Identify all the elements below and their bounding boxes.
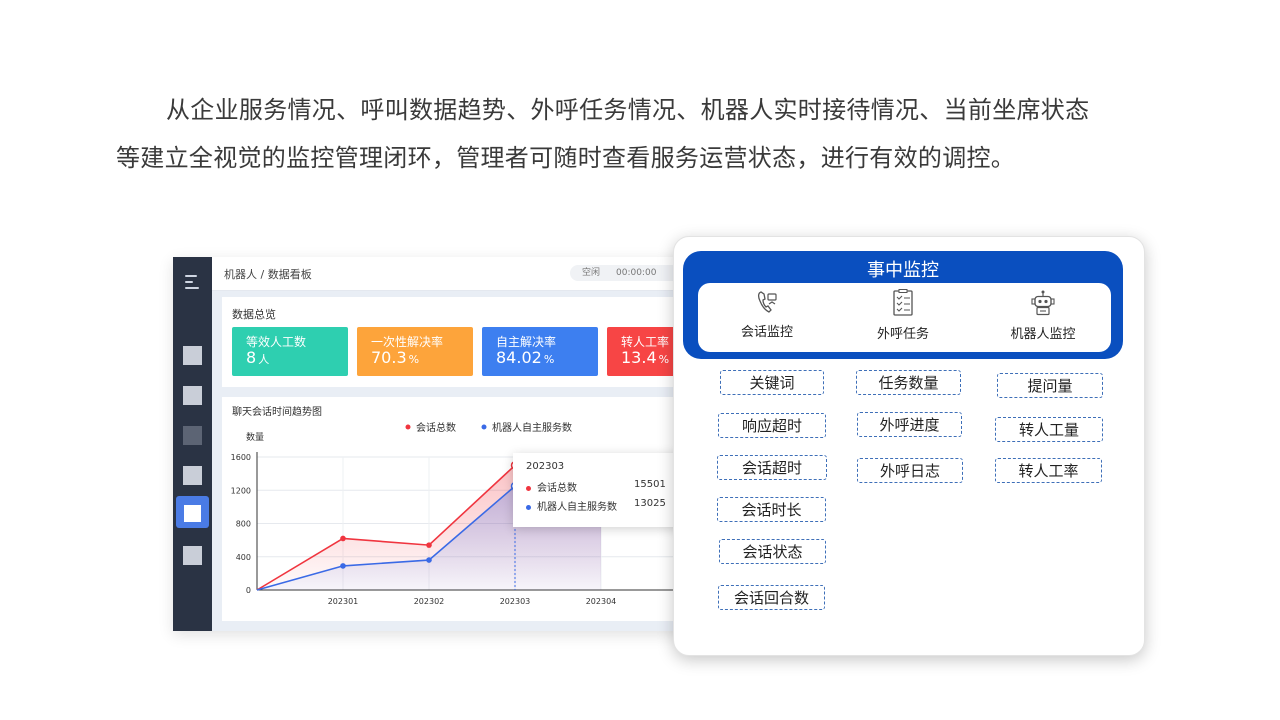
sidebar [173, 257, 212, 631]
tag-question-count[interactable]: 提问量 [997, 373, 1103, 398]
feature-robot-monitor[interactable]: 机器人监控 [993, 289, 1093, 342]
legend-label: 机器人自主服务数 [492, 421, 572, 434]
sidebar-item-active-icon [184, 505, 201, 522]
sidebar-item-1[interactable] [183, 346, 202, 365]
menu-icon[interactable] [185, 275, 201, 293]
feature-label: 机器人监控 [1010, 327, 1076, 342]
legend-marker [481, 424, 487, 430]
y-tick-label: 1200 [231, 486, 251, 495]
y-axis-label: 数量 [246, 431, 264, 443]
tag-transfer-rate[interactable]: 转人工率 [995, 458, 1102, 483]
tag-session-status[interactable]: 会话状态 [719, 539, 826, 564]
feature-session-monitor[interactable]: 会话监控 [717, 289, 817, 340]
phone-chat-icon [757, 291, 777, 313]
agent-status[interactable]: 空闲 00:00:00 [570, 265, 690, 281]
sidebar-item-2[interactable] [183, 386, 202, 405]
breadcrumb[interactable]: 机器人 / 数据看板 [224, 266, 312, 282]
sidebar-item-3[interactable] [183, 426, 202, 445]
tag-keyword[interactable]: 关键词 [720, 370, 824, 395]
tag-response-timeout[interactable]: 响应超时 [718, 413, 826, 438]
robot-icon [1031, 290, 1055, 316]
kpi-value: 8人 [246, 348, 270, 367]
checklist-icon [893, 289, 913, 316]
chart-tooltip: 202303 会话总数 15501 机器人自主服务数 13025 [513, 453, 693, 527]
feature-label: 外呼任务 [876, 327, 929, 342]
data-point [340, 563, 346, 569]
tooltip-title: 202303 [526, 461, 565, 472]
monitor-banner: 事中监控 会话监控 外呼任务 机器人监控 [683, 251, 1123, 359]
chart-title: 聊天会话时间趋势图 [232, 405, 322, 418]
legend-dot-icon [526, 485, 531, 491]
kpi-value: 70.3% [371, 348, 420, 367]
tooltip-row: 会话总数 15501 [526, 479, 686, 494]
legend-marker [405, 424, 411, 430]
y-tick-label: 0 [246, 586, 251, 595]
x-tick-label: 202302 [414, 597, 445, 606]
dashboard-screenshot: 机器人 / 数据看板 空闲 00:00:00 数据总览 等效人工数 8人 一次性… [173, 257, 693, 631]
tag-session-timeout[interactable]: 会话超时 [717, 455, 827, 480]
tag-transfer-count[interactable]: 转人工量 [995, 417, 1103, 442]
overview-title: 数据总览 [232, 308, 276, 321]
status-label: 空闲 [582, 268, 601, 278]
tag-session-duration[interactable]: 会话时长 [717, 497, 826, 522]
overview-card: 数据总览 等效人工数 8人 一次性解决率 70.3% 自主解决率 84.02% … [222, 297, 693, 387]
tag-outbound-log[interactable]: 外呼日志 [857, 458, 963, 483]
monitor-panel: 事中监控 会话监控 外呼任务 机器人监控 关键词 响应超时 会话超时 会话时长 … [673, 236, 1145, 656]
intro-paragraph: 从企业服务情况、呼叫数据趋势、外呼任务情况、机器人实时接待情况、当前坐席状态 等… [116, 86, 1176, 182]
x-tick-label: 202301 [328, 597, 359, 606]
status-timer: 00:00:00 [616, 268, 657, 278]
sidebar-item-6[interactable] [183, 546, 202, 565]
sidebar-item-4[interactable] [183, 466, 202, 485]
y-tick-label: 1600 [231, 453, 251, 462]
feature-label: 会话监控 [740, 325, 793, 340]
intro-line-2: 等建立全视觉的监控管理闭环，管理者可随时查看服务运营状态，进行有效的调控。 [116, 144, 1016, 172]
tag-session-rounds[interactable]: 会话回合数 [718, 585, 825, 610]
feature-strip: 会话监控 外呼任务 机器人监控 [698, 283, 1111, 352]
kpi-value: 13.4% [621, 348, 670, 367]
kpi-first-resolution[interactable]: 一次性解决率 70.3% [357, 327, 473, 376]
legend-dot-icon [526, 504, 531, 510]
y-tick-label: 800 [236, 520, 251, 529]
top-bar: 机器人 / 数据看板 空闲 00:00:00 [212, 257, 693, 291]
kpi-value: 84.02% [496, 348, 555, 367]
kpi-self-resolution[interactable]: 自主解决率 84.02% [482, 327, 598, 376]
y-tick-label: 400 [236, 553, 251, 562]
kpi-equivalent-staff[interactable]: 等效人工数 8人 [232, 327, 348, 376]
x-tick-label: 202303 [500, 597, 531, 606]
tag-task-count[interactable]: 任务数量 [856, 370, 961, 395]
monitor-title: 事中监控 [867, 260, 939, 281]
feature-outbound-task[interactable]: 外呼任务 [853, 289, 953, 342]
x-tick-label: 202304 [586, 597, 617, 606]
tooltip-row: 机器人自主服务数 13025 [526, 498, 686, 513]
data-point [426, 542, 432, 548]
legend-label: 会话总数 [416, 421, 456, 434]
intro-line-1: 从企业服务情况、呼叫数据趋势、外呼任务情况、机器人实时接待情况、当前坐席状态 [166, 96, 1090, 124]
data-point [426, 557, 432, 563]
data-point [340, 535, 346, 542]
tag-outbound-progress[interactable]: 外呼进度 [857, 412, 962, 437]
